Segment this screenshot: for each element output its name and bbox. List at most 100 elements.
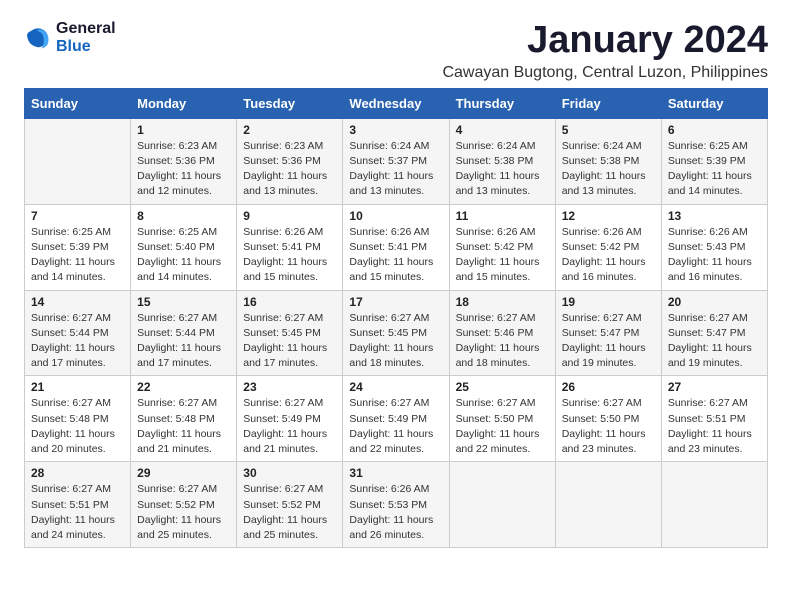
day-info: Sunrise: 6:27 AM Sunset: 5:44 PM Dayligh… [31,311,124,372]
day-info: Sunrise: 6:27 AM Sunset: 5:47 PM Dayligh… [668,311,761,372]
day-number: 10 [349,209,442,223]
day-info: Sunrise: 6:27 AM Sunset: 5:49 PM Dayligh… [243,396,336,457]
calendar-cell: 24Sunrise: 6:27 AM Sunset: 5:49 PM Dayli… [343,376,449,462]
title-section: January 2024 Cawayan Bugtong, Central Lu… [442,20,768,82]
day-info: Sunrise: 6:25 AM Sunset: 5:40 PM Dayligh… [137,225,230,286]
day-info: Sunrise: 6:26 AM Sunset: 5:42 PM Dayligh… [562,225,655,286]
calendar-cell: 19 Sunrise: 6:27 AM Sunset: 5:47 PM Dayli… [555,290,661,376]
day-number: 17 [349,295,442,309]
day-info: Sunrise: 6:26 AM Sunset: 5:41 PM Dayligh… [243,225,336,286]
calendar-cell: 4 Sunrise: 6:24 AM Sunset: 5:38 PM Daylig… [449,118,555,204]
logo-icon [24,24,52,52]
week-row-2: 14 Sunrise: 6:27 AM Sunset: 5:44 PM Dayli… [25,290,768,376]
day-info: Sunrise: 6:23 AM Sunset: 5:36 PM Dayligh… [137,139,230,200]
day-info: Sunrise: 6:27 AM Sunset: 5:49 PM Dayligh… [349,396,442,457]
day-number: 14 [31,295,124,309]
calendar-cell: 20 Sunrise: 6:27 AM Sunset: 5:47 PM Dayli… [661,290,767,376]
calendar-cell: 3Sunrise: 6:24 AM Sunset: 5:37 PM Daylig… [343,118,449,204]
subtitle: Cawayan Bugtong, Central Luzon, Philippi… [442,64,768,82]
day-info: Sunrise: 6:27 AM Sunset: 5:46 PM Dayligh… [456,311,549,372]
calendar-cell: 11 Sunrise: 6:26 AM Sunset: 5:42 PM Dayli… [449,204,555,290]
calendar-cell [555,462,661,548]
week-row-1: 7 Sunrise: 6:25 AM Sunset: 5:39 PM Daylig… [25,204,768,290]
calendar-cell: 5Sunrise: 6:24 AM Sunset: 5:38 PM Daylig… [555,118,661,204]
calendar-cell: 21 Sunrise: 6:27 AM Sunset: 5:48 PM Dayli… [25,376,131,462]
day-info: Sunrise: 6:27 AM Sunset: 5:50 PM Dayligh… [456,396,549,457]
day-info: Sunrise: 6:26 AM Sunset: 5:41 PM Dayligh… [349,225,442,286]
day-info: Sunrise: 6:23 AM Sunset: 5:36 PM Dayligh… [243,139,336,200]
day-number: 12 [562,209,655,223]
calendar-cell [25,118,131,204]
page-title: January 2024 [442,20,768,62]
day-number: 15 [137,295,230,309]
day-info: Sunrise: 6:25 AM Sunset: 5:39 PM Dayligh… [668,139,761,200]
calendar-cell: 12 Sunrise: 6:26 AM Sunset: 5:42 PM Dayli… [555,204,661,290]
day-info: Sunrise: 6:26 AM Sunset: 5:43 PM Dayligh… [668,225,761,286]
day-number: 8 [137,209,230,223]
calendar-cell: 9 Sunrise: 6:26 AM Sunset: 5:41 PM Daylig… [237,204,343,290]
logo-text: General Blue [56,20,116,56]
week-row-0: 1 Sunrise: 6:23 AM Sunset: 5:36 PM Daylig… [25,118,768,204]
day-number: 31 [349,466,442,480]
day-info: Sunrise: 6:27 AM Sunset: 5:44 PM Dayligh… [137,311,230,372]
calendar-cell: 6Sunrise: 6:25 AM Sunset: 5:39 PM Daylig… [661,118,767,204]
day-header-thursday: Thursday [449,88,555,118]
calendar-cell: 1 Sunrise: 6:23 AM Sunset: 5:36 PM Daylig… [131,118,237,204]
calendar-cell: 23 Sunrise: 6:27 AM Sunset: 5:49 PM Dayli… [237,376,343,462]
day-number: 20 [668,295,761,309]
calendar-cell: 17Sunrise: 6:27 AM Sunset: 5:45 PM Dayli… [343,290,449,376]
day-info: Sunrise: 6:27 AM Sunset: 5:47 PM Dayligh… [562,311,655,372]
day-header-sunday: Sunday [25,88,131,118]
day-header-monday: Monday [131,88,237,118]
calendar-cell: 2 Sunrise: 6:23 AM Sunset: 5:36 PM Daylig… [237,118,343,204]
day-info: Sunrise: 6:27 AM Sunset: 5:48 PM Dayligh… [31,396,124,457]
calendar-cell: 18 Sunrise: 6:27 AM Sunset: 5:46 PM Dayli… [449,290,555,376]
day-number: 29 [137,466,230,480]
day-number: 19 [562,295,655,309]
calendar-cell: 7 Sunrise: 6:25 AM Sunset: 5:39 PM Daylig… [25,204,131,290]
day-number: 4 [456,123,549,137]
day-number: 18 [456,295,549,309]
week-row-4: 28 Sunrise: 6:27 AM Sunset: 5:51 PM Dayli… [25,462,768,548]
calendar-cell: 16 Sunrise: 6:27 AM Sunset: 5:45 PM Dayli… [237,290,343,376]
calendar-cell [449,462,555,548]
day-info: Sunrise: 6:27 AM Sunset: 5:52 PM Dayligh… [243,482,336,543]
calendar-cell: 14 Sunrise: 6:27 AM Sunset: 5:44 PM Dayli… [25,290,131,376]
day-info: Sunrise: 6:26 AM Sunset: 5:42 PM Dayligh… [456,225,549,286]
day-number: 9 [243,209,336,223]
calendar-table: SundayMondayTuesdayWednesdayThursdayFrid… [24,88,768,548]
calendar-cell: 13Sunrise: 6:26 AM Sunset: 5:43 PM Dayli… [661,204,767,290]
day-number: 11 [456,209,549,223]
day-number: 28 [31,466,124,480]
day-info: Sunrise: 6:25 AM Sunset: 5:39 PM Dayligh… [31,225,124,286]
day-info: Sunrise: 6:26 AM Sunset: 5:53 PM Dayligh… [349,482,442,543]
day-number: 16 [243,295,336,309]
day-info: Sunrise: 6:27 AM Sunset: 5:48 PM Dayligh… [137,396,230,457]
day-number: 30 [243,466,336,480]
logo: General Blue [24,20,116,56]
calendar-cell: 28 Sunrise: 6:27 AM Sunset: 5:51 PM Dayli… [25,462,131,548]
calendar-cell: 15 Sunrise: 6:27 AM Sunset: 5:44 PM Dayli… [131,290,237,376]
day-number: 23 [243,380,336,394]
day-info: Sunrise: 6:27 AM Sunset: 5:45 PM Dayligh… [243,311,336,372]
day-number: 25 [456,380,549,394]
calendar-cell: 22 Sunrise: 6:27 AM Sunset: 5:48 PM Dayli… [131,376,237,462]
day-header-friday: Friday [555,88,661,118]
day-number: 21 [31,380,124,394]
day-header-wednesday: Wednesday [343,88,449,118]
day-header-saturday: Saturday [661,88,767,118]
calendar-cell [661,462,767,548]
day-info: Sunrise: 6:24 AM Sunset: 5:37 PM Dayligh… [349,139,442,200]
day-info: Sunrise: 6:27 AM Sunset: 5:52 PM Dayligh… [137,482,230,543]
day-info: Sunrise: 6:24 AM Sunset: 5:38 PM Dayligh… [456,139,549,200]
day-number: 5 [562,123,655,137]
day-number: 7 [31,209,124,223]
calendar-cell: 31 Sunrise: 6:26 AM Sunset: 5:53 PM Dayli… [343,462,449,548]
day-number: 22 [137,380,230,394]
day-number: 2 [243,123,336,137]
day-number: 27 [668,380,761,394]
calendar-cell: 10 Sunrise: 6:26 AM Sunset: 5:41 PM Dayli… [343,204,449,290]
day-number: 1 [137,123,230,137]
calendar-cell: 29 Sunrise: 6:27 AM Sunset: 5:52 PM Dayli… [131,462,237,548]
day-info: Sunrise: 6:27 AM Sunset: 5:51 PM Dayligh… [31,482,124,543]
